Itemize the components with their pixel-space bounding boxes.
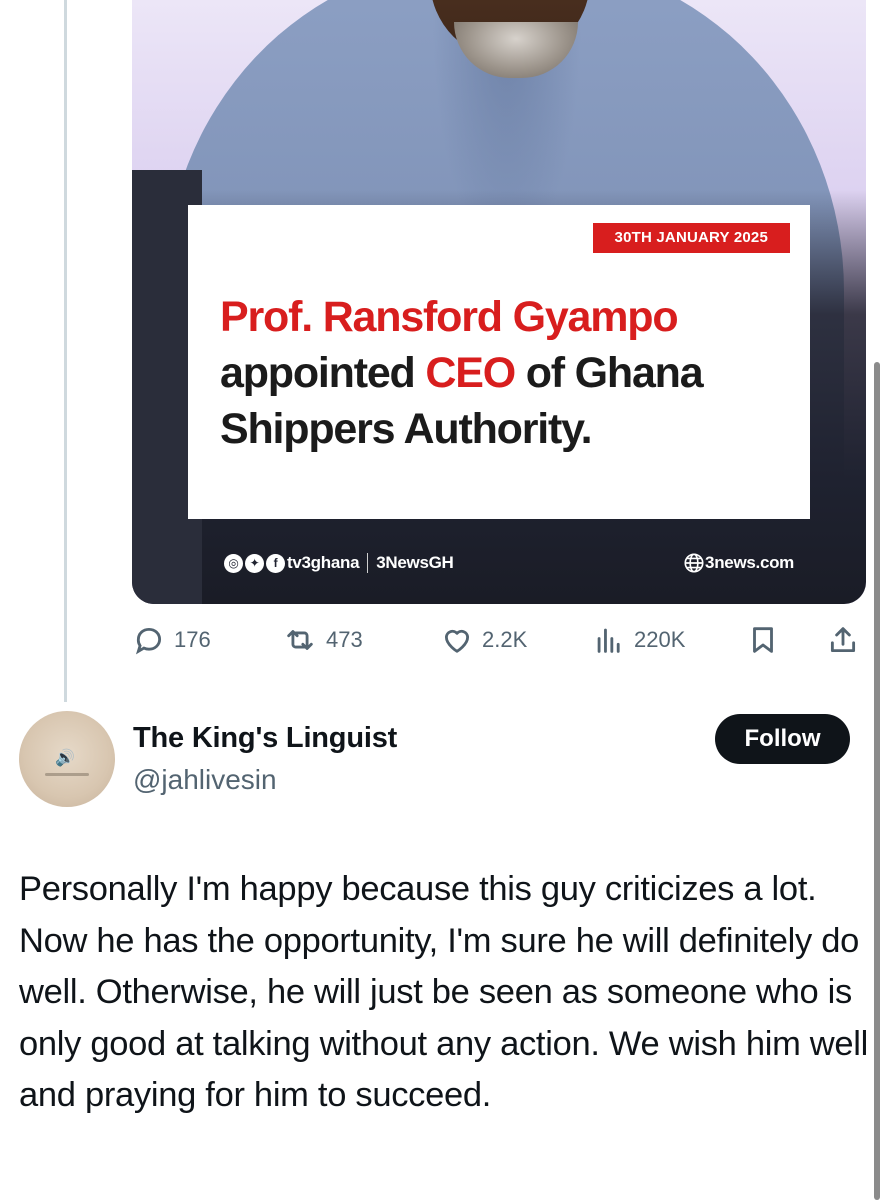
tweet-action-bar: 176 473 2.2K 220K <box>132 620 864 660</box>
views-button[interactable]: 220K <box>592 620 685 660</box>
reply-icon <box>135 627 162 655</box>
instagram-icon: ◎ <box>224 553 243 573</box>
headline-card: 30TH JANUARY 2025 Prof. Ransford Gyampo … <box>188 205 810 519</box>
like-count: 2.2K <box>482 627 528 652</box>
avatar[interactable]: 🔊 <box>19 711 115 807</box>
bookmark-button[interactable] <box>746 620 780 660</box>
reply-count: 176 <box>174 627 211 652</box>
speaker-icon: 🔊 <box>55 750 75 767</box>
globe-icon <box>684 553 704 573</box>
views-icon <box>597 628 620 653</box>
follow-button[interactable]: Follow <box>715 714 850 764</box>
repost-button[interactable]: 473 <box>282 620 363 660</box>
reply-text: Personally I'm happy because this guy cr… <box>19 870 869 1114</box>
reply-author-name[interactable]: The King's Linguist <box>133 722 397 755</box>
like-button[interactable]: 2.2K <box>440 620 527 660</box>
scrollbar[interactable] <box>874 362 880 1200</box>
headline: Prof. Ransford Gyampo appointed CEO of G… <box>220 293 704 453</box>
facebook-icon: f <box>266 553 285 573</box>
like-icon <box>444 629 470 653</box>
reply-author-handle[interactable]: @jahlivesin <box>133 764 277 796</box>
social-handles: ◎ ✦ f tv3ghana 3NewsGH <box>224 551 454 575</box>
date-badge: 30TH JANUARY 2025 <box>592 223 790 253</box>
views-count: 220K <box>634 627 686 652</box>
share-icon <box>830 627 856 653</box>
repost-count: 473 <box>326 627 363 652</box>
tweet-media-image[interactable]: 30TH JANUARY 2025 Prof. Ransford Gyampo … <box>132 0 866 604</box>
website-label: 3news.com <box>683 551 794 575</box>
reply-button[interactable]: 176 <box>132 620 211 660</box>
repost-icon <box>287 630 313 650</box>
twitter-icon: ✦ <box>245 553 264 573</box>
thread-connector-line <box>64 0 67 702</box>
share-button[interactable] <box>826 620 860 660</box>
bookmark-icon <box>753 627 773 653</box>
